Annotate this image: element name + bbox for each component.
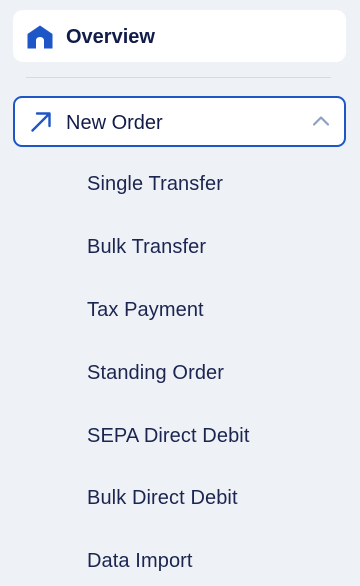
arrow-up-right-icon bbox=[31, 112, 51, 132]
submenu-item-sepa-direct-debit[interactable]: SEPA Direct Debit bbox=[87, 424, 250, 448]
submenu-item-bulk-direct-debit[interactable]: Bulk Direct Debit bbox=[87, 486, 238, 510]
nav-item-new-order-label: New Order bbox=[66, 112, 163, 134]
nav-item-overview-label: Overview bbox=[66, 26, 155, 48]
submenu-item-data-import[interactable]: Data Import bbox=[87, 549, 193, 573]
submenu-item-tax-payment[interactable]: Tax Payment bbox=[87, 298, 204, 322]
submenu-item-standing-order[interactable]: Standing Order bbox=[87, 361, 224, 385]
nav-item-overview[interactable] bbox=[13, 10, 346, 62]
submenu-item-bulk-transfer[interactable]: Bulk Transfer bbox=[87, 235, 206, 259]
home-icon bbox=[27, 25, 53, 49]
nav-item-new-order[interactable]: New Order bbox=[13, 96, 346, 147]
divider bbox=[26, 77, 331, 78]
submenu-item-single-transfer[interactable]: Single Transfer bbox=[87, 172, 223, 196]
chevron-up-icon[interactable] bbox=[312, 114, 330, 128]
